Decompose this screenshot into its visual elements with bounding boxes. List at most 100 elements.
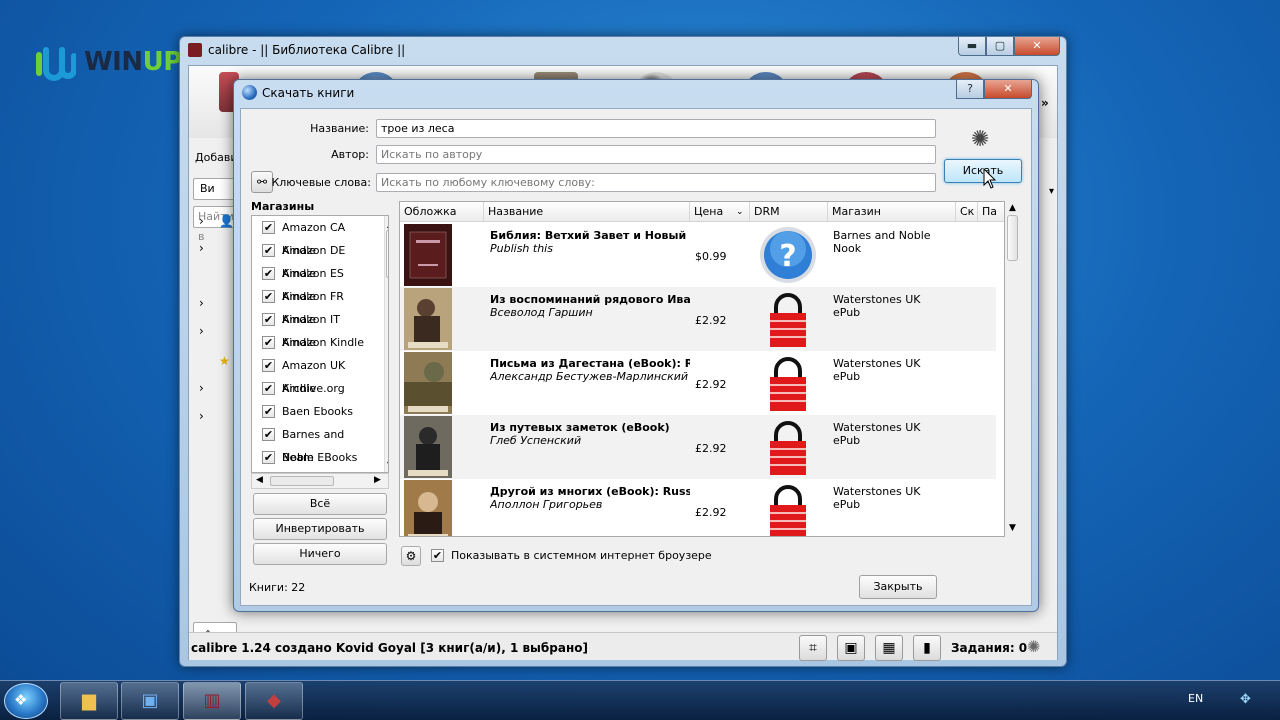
column-header-drm[interactable]: DRM bbox=[750, 202, 828, 222]
column-header-price[interactable]: Цена ⌄ bbox=[690, 202, 750, 222]
maximize-button[interactable]: ▢ bbox=[986, 37, 1014, 56]
scroll-left-icon[interactable]: ◀ bbox=[256, 475, 263, 485]
stores-list: ✔ Amazon CA Kindle ✔ Amazon DE Kindle ✔ Ama… bbox=[251, 215, 389, 473]
expand-arrow[interactable]: › bbox=[199, 324, 204, 338]
book-price: £2.92 bbox=[695, 442, 727, 455]
store-checkbox[interactable]: ✔ bbox=[262, 290, 275, 303]
view-button[interactable]: Ви bbox=[193, 178, 237, 200]
hscroll-thumb[interactable] bbox=[270, 476, 334, 486]
grid-view-icon[interactable]: ▦ bbox=[875, 635, 903, 661]
column-header-store[interactable]: Магазин bbox=[828, 202, 956, 222]
store-name: Waterstones UK bbox=[833, 293, 921, 306]
store-checkbox[interactable]: ✔ bbox=[262, 382, 275, 395]
dialog-close-x-button[interactable]: ✕ bbox=[984, 80, 1032, 99]
store-item[interactable]: ✔ Amazon IT Kindle bbox=[252, 308, 372, 349]
calibre-icon bbox=[188, 43, 202, 57]
main-close-button[interactable]: ✕ bbox=[1014, 37, 1060, 56]
select-none-button[interactable]: Ничего bbox=[253, 543, 387, 565]
network-icon: ▣ bbox=[141, 690, 159, 711]
store-item[interactable]: ✔ Baen Ebooks bbox=[252, 400, 372, 423]
dropbox-tray-icon[interactable]: ✥ bbox=[1240, 692, 1251, 707]
store-item[interactable]: ✔ Amazon CA Kindle bbox=[252, 216, 372, 257]
stores-horizontal-scrollbar[interactable]: ◀ ▶ bbox=[251, 473, 389, 489]
book-format: ePub bbox=[833, 434, 861, 447]
scroll-up-icon[interactable]: ▲ bbox=[1009, 203, 1016, 213]
app-taskbar-button[interactable]: ◆ bbox=[245, 682, 303, 720]
store-checkbox[interactable]: ✔ bbox=[262, 451, 275, 464]
tag-icon[interactable]: ⌗ bbox=[799, 635, 827, 661]
column-header-cover[interactable]: Обложка bbox=[400, 202, 484, 222]
scroll-thumb[interactable] bbox=[1007, 215, 1018, 261]
folder-icon: ▆ bbox=[82, 690, 96, 711]
store-item[interactable]: ✔ Amazon Kindle bbox=[252, 331, 372, 354]
sort-chevron-icon: ⌄ bbox=[736, 207, 744, 217]
invert-selection-button[interactable]: Инвертировать bbox=[253, 518, 387, 540]
book-cover bbox=[404, 224, 452, 286]
expand-arrow[interactable]: › bbox=[199, 214, 204, 228]
store-checkbox[interactable]: ✔ bbox=[262, 428, 275, 441]
store-item[interactable]: ✔ Beam EBooks DE bbox=[252, 446, 372, 469]
column-header-affiliate[interactable]: Па bbox=[978, 202, 1004, 222]
results-vertical-scrollbar[interactable]: ▲ ▼ bbox=[1005, 201, 1021, 537]
expand-arrow[interactable]: › bbox=[199, 381, 204, 395]
store-checkbox[interactable]: ✔ bbox=[262, 313, 275, 326]
table-row[interactable]: Из путевых заметок (eBook) Глеб Успенски… bbox=[400, 415, 996, 479]
book-store: Waterstones UK ePub bbox=[833, 357, 953, 383]
book-author: Александр Бестужев-Марлинский bbox=[490, 370, 689, 383]
settings-gear-icon[interactable]: ⚙ bbox=[401, 546, 421, 566]
store-checkbox[interactable]: ✔ bbox=[262, 359, 275, 372]
column-header-title[interactable]: Название bbox=[484, 202, 690, 222]
table-row[interactable]: Из воспоминаний рядового Иванов Всеволод… bbox=[400, 287, 996, 351]
scroll-down-icon[interactable]: ▼ bbox=[1009, 523, 1016, 533]
store-checkbox[interactable]: ✔ bbox=[262, 267, 275, 280]
store-item[interactable]: ✔ Amazon ES Kindle bbox=[252, 262, 372, 303]
price-header-label: Цена bbox=[694, 205, 724, 218]
minimize-button[interactable]: ▬ bbox=[958, 37, 986, 56]
help-button[interactable]: ? bbox=[956, 80, 984, 99]
scroll-up-icon[interactable]: ▲ bbox=[387, 220, 388, 229]
cover-flow-icon[interactable]: ▣ bbox=[837, 635, 865, 661]
store-item[interactable]: ✔ Amazon DE Kindle bbox=[252, 239, 372, 280]
close-button[interactable]: Закрыть bbox=[859, 575, 937, 599]
stores-vertical-scrollbar[interactable]: ▲ ▼ bbox=[384, 216, 388, 472]
expand-arrow[interactable]: › bbox=[199, 409, 204, 423]
main-scroll-arrow[interactable]: ▾ bbox=[1049, 186, 1054, 197]
scroll-down-icon[interactable]: ▼ bbox=[387, 460, 388, 469]
column-header-download[interactable]: Ск bbox=[956, 202, 978, 222]
explorer-taskbar-button[interactable]: ▆ bbox=[60, 682, 118, 720]
jobs-label[interactable]: Задания: 0 bbox=[951, 641, 1027, 655]
author-input[interactable]: Искать по автору bbox=[376, 145, 936, 164]
table-row[interactable]: Другой из многих (eBook): Russian Аполло… bbox=[400, 479, 996, 536]
name-input[interactable]: трое из леса bbox=[376, 119, 936, 138]
expand-arrow[interactable]: › bbox=[199, 241, 204, 255]
book-details-icon[interactable]: ▮ bbox=[913, 635, 941, 661]
system-browser-checkbox[interactable]: ✔ bbox=[431, 549, 444, 562]
book-title: Из воспоминаний рядового Иванов bbox=[490, 293, 690, 306]
store-checkbox[interactable]: ✔ bbox=[262, 405, 275, 418]
store-checkbox[interactable]: ✔ bbox=[262, 221, 275, 234]
jobs-spinner-icon: ✺ bbox=[1027, 637, 1041, 656]
store-item[interactable]: ✔ Archive.org bbox=[252, 377, 372, 400]
keywords-input[interactable]: Искать по любому ключевому слову: bbox=[376, 173, 936, 192]
scroll-right-icon[interactable]: ▶ bbox=[374, 475, 381, 485]
store-item[interactable]: ✔ Amazon UK Kindle bbox=[252, 354, 372, 395]
select-all-button[interactable]: Всё bbox=[253, 493, 387, 515]
book-title: Письма из Дагестана (eBook): Russ bbox=[490, 357, 690, 370]
network-taskbar-button[interactable]: ▣ bbox=[121, 682, 179, 720]
language-indicator[interactable]: EN bbox=[1188, 692, 1203, 705]
store-checkbox[interactable]: ✔ bbox=[262, 244, 275, 257]
store-checkbox[interactable]: ✔ bbox=[262, 336, 275, 349]
store-label: Baen Ebooks bbox=[282, 405, 354, 418]
book-title: Библия: Ветхий Завет и Новый Заве bbox=[490, 229, 690, 242]
store-item[interactable]: ✔ Amazon FR Kindle bbox=[252, 285, 372, 326]
system-browser-label: Показывать в системном интернет броузере bbox=[451, 549, 712, 562]
calibre-taskbar-button[interactable]: ▥ bbox=[183, 682, 241, 720]
table-row[interactable]: Письма из Дагестана (eBook): Russ Алекса… bbox=[400, 351, 996, 415]
store-item[interactable]: ✔ Barnes and Noble bbox=[252, 423, 372, 464]
table-row[interactable]: Библия: Ветхий Завет и Новый Заве Publis… bbox=[400, 223, 996, 287]
more-actions-icon[interactable]: » bbox=[1041, 96, 1049, 110]
scroll-thumb[interactable] bbox=[386, 230, 388, 278]
status-text: calibre 1.24 создано Kovid Goyal [3 книг… bbox=[191, 641, 588, 655]
expand-arrow[interactable]: › bbox=[199, 296, 204, 310]
dialog-title: Скачать книги bbox=[262, 86, 355, 100]
